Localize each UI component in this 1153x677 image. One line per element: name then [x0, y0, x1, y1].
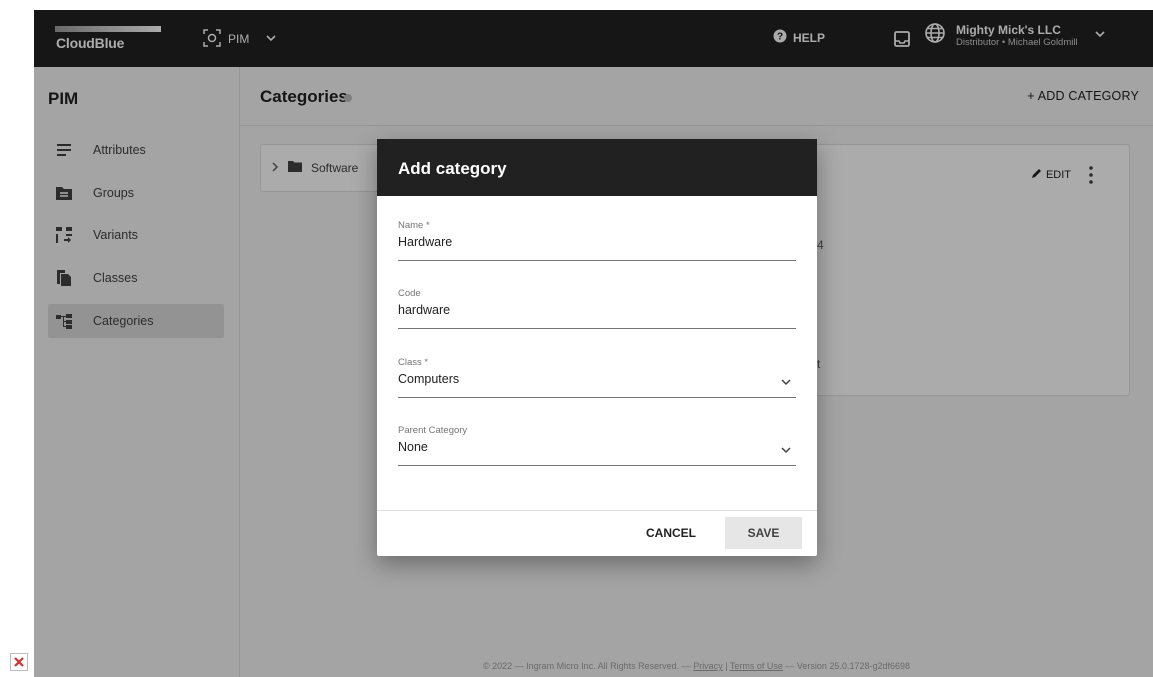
class-select[interactable]: Class * Computers: [398, 357, 796, 398]
name-field[interactable]: Name * Hardware: [398, 220, 796, 261]
cancel-button[interactable]: CANCEL: [639, 517, 703, 549]
broken-image-icon: [10, 653, 28, 671]
app-window: CloudBlue PIM ? HELP Mighty Mick's LLC D…: [34, 10, 1153, 677]
parent-category-select[interactable]: Parent Category None: [398, 425, 796, 466]
parent-category-value: None: [398, 440, 428, 454]
add-category-dialog: Add category Name * Hardware Code hardwa…: [377, 139, 817, 556]
dialog-actions: CANCEL SAVE: [377, 510, 817, 557]
class-label: Class *: [398, 357, 429, 368]
chevron-down-icon: [780, 375, 792, 387]
parent-category-label: Parent Category: [398, 425, 468, 436]
name-label: Name *: [398, 220, 430, 231]
code-field[interactable]: Code hardware: [398, 288, 796, 329]
save-button[interactable]: SAVE: [725, 517, 802, 549]
code-input[interactable]: hardware: [398, 303, 778, 317]
dialog-title: Add category: [398, 159, 507, 178]
name-input[interactable]: Hardware: [398, 235, 778, 249]
dialog-header: Add category: [377, 139, 817, 196]
class-value: Computers: [398, 372, 460, 386]
chevron-down-icon: [780, 443, 792, 455]
code-label: Code: [398, 288, 421, 299]
